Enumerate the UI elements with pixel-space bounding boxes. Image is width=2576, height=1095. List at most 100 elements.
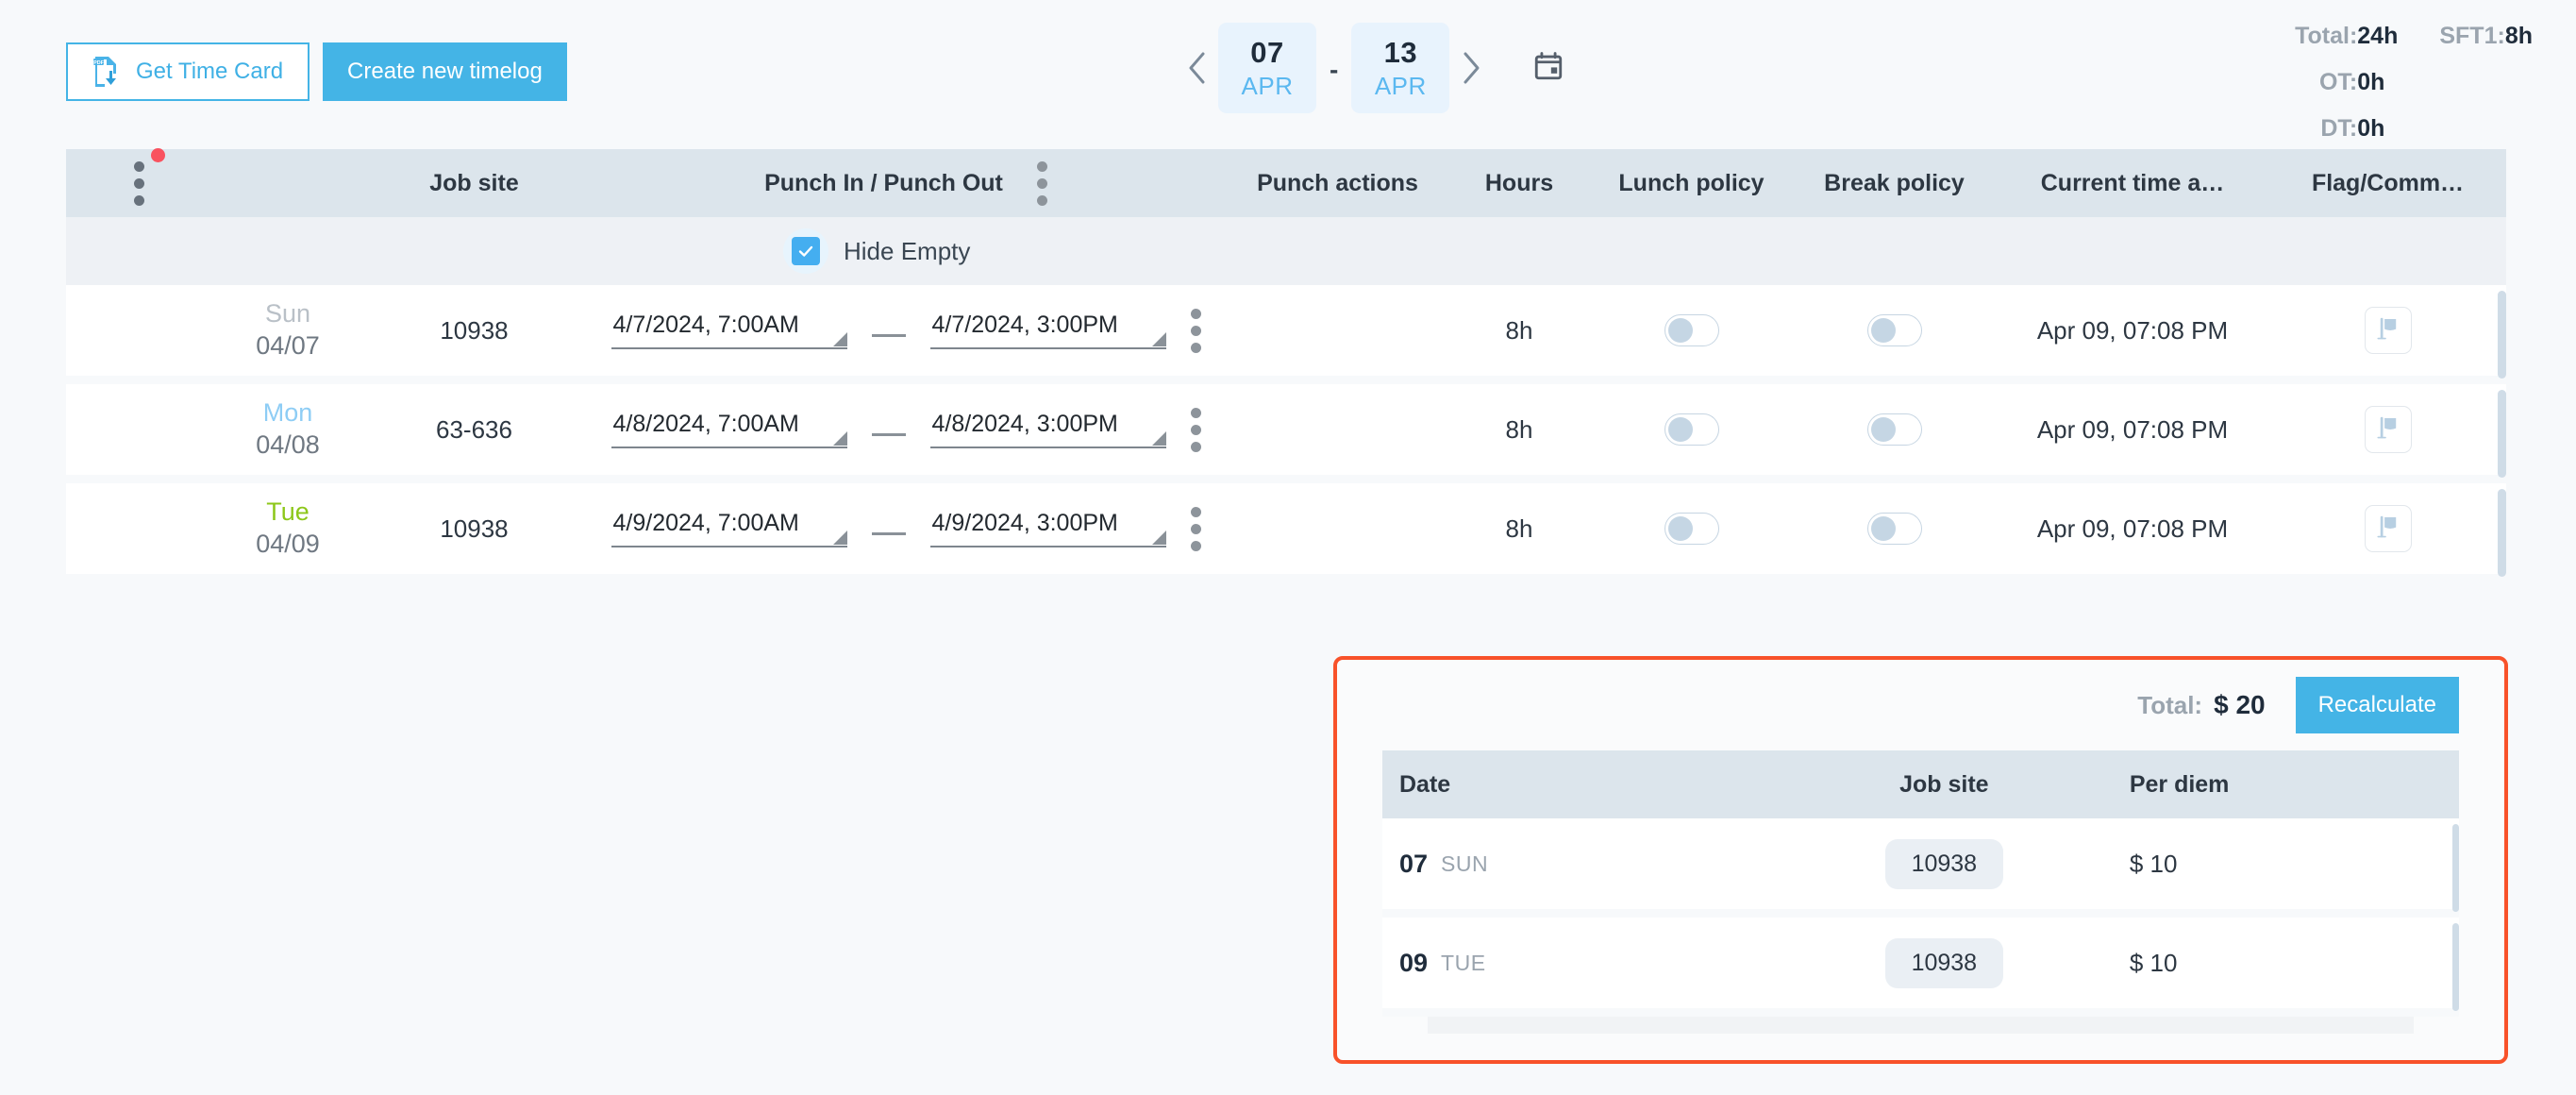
- header-flag-comment: Flag/Comm…: [2311, 169, 2465, 196]
- toggle-knob: [1870, 417, 1896, 442]
- hours-totals: Total: 24h SFT1: 8h OT: 0h DT: 0h: [2295, 13, 2533, 152]
- punch-in-underline: [611, 347, 847, 349]
- per-diem-row[interactable]: 09 TUE 10938 $ 10: [1382, 918, 2459, 1017]
- row-day-name: Mon: [262, 398, 313, 428]
- row-punch-cell: 4/8/2024, 7:00AM 4/8/2024, 3:00PM: [585, 384, 1227, 475]
- row-vertical-scrollbar[interactable]: [2498, 390, 2506, 478]
- prev-week-icon[interactable]: [1175, 46, 1218, 90]
- per-diem-day-number: 09: [1399, 948, 1429, 977]
- row-job-site-cell[interactable]: 10938: [363, 483, 585, 574]
- pdf-download-icon: PDF: [92, 56, 121, 88]
- punch-out-value: 4/7/2024, 3:00PM: [931, 312, 1118, 338]
- create-new-timelog-label: Create new timelog: [347, 59, 543, 84]
- per-diem-date-cell: 07 SUN: [1382, 850, 1766, 879]
- break-policy-toggle[interactable]: [1866, 513, 1922, 545]
- row-punch-actions-cell: [1227, 384, 1448, 475]
- row-current-time-cell: Apr 09, 07:08 PM: [1996, 483, 2269, 574]
- lunch-policy-toggle[interactable]: [1664, 314, 1719, 346]
- table-options-icon[interactable]: [134, 147, 165, 206]
- flag-comment-button[interactable]: [2364, 406, 2412, 453]
- header-options-menu[interactable]: [66, 147, 212, 217]
- row-vertical-scrollbar[interactable]: [2498, 291, 2506, 379]
- table-row[interactable]: Tue 04/09 10938 4/9/2024, 7:00AM 4/9/202…: [66, 483, 2506, 582]
- row-hours: 8h: [1505, 514, 1533, 543]
- table-row[interactable]: Mon 04/08 63-636 4/8/2024, 7:00AM 4/8/20…: [66, 384, 2506, 483]
- flag-icon: [2374, 314, 2402, 347]
- table-row[interactable]: Sun 04/07 10938 4/7/2024, 7:00AM 4/7/202…: [66, 285, 2506, 384]
- row-punch-options-icon[interactable]: [1190, 308, 1201, 353]
- flag-comment-button[interactable]: [2364, 505, 2412, 552]
- header-break-policy: Break policy: [1824, 169, 1965, 196]
- row-current-time-cell: Apr 09, 07:08 PM: [1996, 285, 2269, 376]
- per-diem-table-header: Date Job site Per diem: [1382, 750, 2459, 818]
- row-punch-options-icon[interactable]: [1190, 407, 1201, 452]
- punch-out-input[interactable]: 4/7/2024, 3:00PM: [929, 312, 1166, 349]
- header-punch: Punch In / Punch Out: [585, 149, 1227, 217]
- header-job-site: Job site: [429, 169, 519, 196]
- range-end-date[interactable]: 13 APR: [1351, 23, 1450, 113]
- per-diem-amount: $ 10: [2129, 849, 2178, 878]
- row-lunch-cell: [1590, 483, 1793, 574]
- calendar-picker-button[interactable]: [1527, 46, 1570, 90]
- create-new-timelog-button[interactable]: Create new timelog: [323, 42, 567, 101]
- per-diem-row-scrollbar[interactable]: [2452, 923, 2459, 1011]
- row-options-cell: [66, 285, 212, 376]
- ot-value: 0h: [2357, 69, 2385, 95]
- punch-in-input[interactable]: 4/7/2024, 7:00AM: [611, 312, 847, 349]
- hide-empty-checkbox[interactable]: [783, 228, 828, 274]
- punch-in-input[interactable]: 4/8/2024, 7:00AM: [611, 411, 847, 448]
- row-job-site: 63-636: [436, 414, 512, 444]
- punch-out-input[interactable]: 4/9/2024, 3:00PM: [929, 510, 1166, 548]
- punch-in-resize-handle[interactable]: [832, 332, 847, 346]
- per-diem-row-scrollbar[interactable]: [2452, 824, 2459, 912]
- header-punch-actions: Punch actions: [1257, 169, 1418, 196]
- punch-out-value: 4/9/2024, 3:00PM: [931, 510, 1118, 536]
- hide-empty-control[interactable]: Hide Empty: [783, 228, 970, 274]
- per-diem-row[interactable]: 07 SUN 10938 $ 10: [1382, 818, 2459, 918]
- row-day-date: 04/09: [256, 530, 320, 558]
- per-diem-rows: 07 SUN 10938 $ 10 09 TUE 10938 $ 10: [1382, 818, 2459, 1017]
- break-policy-toggle[interactable]: [1866, 413, 1922, 446]
- header-lunch-policy: Lunch policy: [1618, 169, 1765, 196]
- row-vertical-scrollbar[interactable]: [2498, 489, 2506, 577]
- recalculate-button[interactable]: Recalculate: [2295, 677, 2459, 733]
- row-punch-options-icon[interactable]: [1190, 506, 1201, 551]
- row-job-site-cell[interactable]: 10938: [363, 285, 585, 376]
- punch-in-resize-handle[interactable]: [832, 431, 847, 446]
- per-diem-job-site-cell[interactable]: 10938: [1766, 838, 2122, 889]
- row-options-cell: [66, 384, 212, 475]
- get-time-card-button[interactable]: PDF Get Time Card: [66, 42, 310, 101]
- per-diem-job-site-cell[interactable]: 10938: [1766, 937, 2122, 988]
- row-hours-cell: 8h: [1448, 483, 1590, 574]
- range-start-date[interactable]: 07 APR: [1218, 23, 1316, 113]
- per-diem-amount-cell[interactable]: $ 10: [2122, 850, 2459, 879]
- punch-out-resize-handle[interactable]: [1151, 531, 1166, 545]
- row-job-site-cell[interactable]: 63-636: [363, 384, 585, 475]
- row-current-time: Apr 09, 07:08 PM: [2036, 414, 2229, 444]
- punch-column-options-icon[interactable]: [1036, 160, 1047, 206]
- row-current-time-cell: Apr 09, 07:08 PM: [1996, 384, 2269, 475]
- row-break-cell: [1793, 483, 1996, 574]
- next-week-icon[interactable]: [1449, 46, 1493, 90]
- per-diem-amount-cell[interactable]: $ 10: [2122, 949, 2459, 978]
- punch-out-resize-handle[interactable]: [1151, 332, 1166, 346]
- dt-value: 0h: [2357, 115, 2385, 142]
- punch-out-resize-handle[interactable]: [1151, 431, 1166, 446]
- break-policy-toggle[interactable]: [1866, 314, 1922, 346]
- per-diem-header-job-site: Job site: [1899, 770, 1989, 798]
- per-diem-header-date: Date: [1399, 770, 1451, 798]
- timelog-table: Job site Punch In / Punch Out Punch acti…: [66, 147, 2506, 582]
- punch-in-input[interactable]: 4/9/2024, 7:00AM: [611, 510, 847, 548]
- punch-in-value: 4/8/2024, 7:00AM: [612, 411, 799, 437]
- per-diem-horizontal-scrollbar[interactable]: [1428, 1017, 2414, 1034]
- punch-in-resize-handle[interactable]: [832, 531, 847, 545]
- lunch-policy-toggle[interactable]: [1664, 513, 1719, 545]
- range-end-day: 13: [1383, 35, 1418, 69]
- flag-comment-button[interactable]: [2364, 307, 2412, 354]
- per-diem-panel: Total: $ 20 Recalculate Date Job site Pe…: [1333, 656, 2508, 1064]
- row-current-time: Apr 09, 07:08 PM: [2036, 514, 2229, 543]
- lunch-policy-toggle[interactable]: [1664, 413, 1719, 446]
- row-flag-cell: [2269, 285, 2506, 376]
- row-hours-cell: 8h: [1448, 384, 1590, 475]
- punch-out-input[interactable]: 4/8/2024, 3:00PM: [929, 411, 1166, 448]
